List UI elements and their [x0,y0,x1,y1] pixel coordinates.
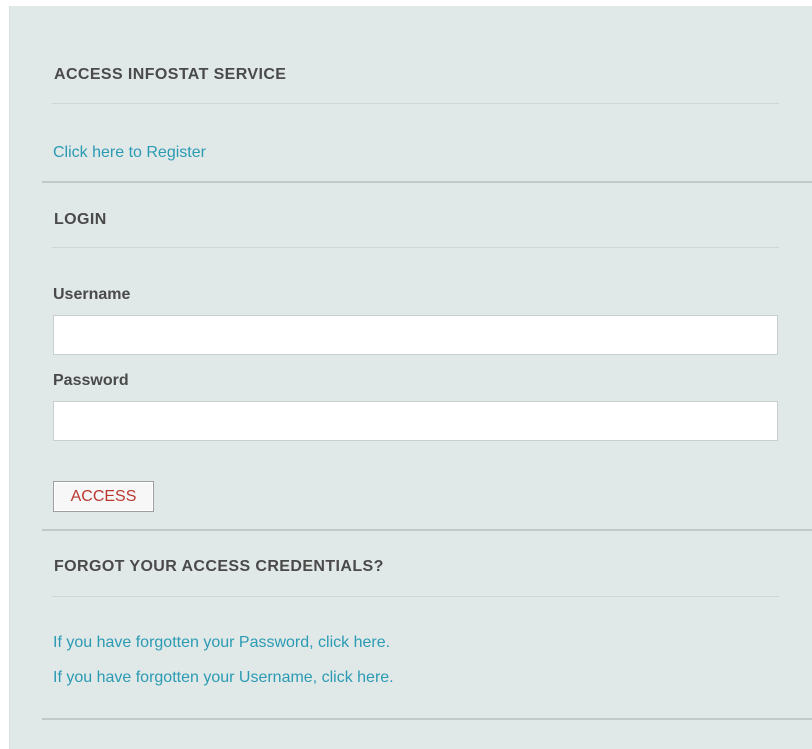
heading-divider [52,247,779,248]
forgot-password-link[interactable]: If you have forgotten your Password, cli… [53,634,390,652]
password-label: Password [53,372,129,389]
access-button[interactable]: ACCESS [53,481,154,512]
forgot-credentials-heading: FORGOT YOUR ACCESS CREDENTIALS? [54,558,384,575]
section-divider [42,529,812,531]
heading-divider [52,103,779,104]
section-divider [42,718,812,720]
username-input[interactable] [53,315,778,355]
section-divider [42,181,812,183]
heading-divider [52,596,779,597]
login-heading: LOGIN [54,211,107,228]
password-input[interactable] [53,401,778,441]
access-service-heading: ACCESS INFOSTAT SERVICE [54,66,287,83]
register-link[interactable]: Click here to Register [53,144,206,162]
username-label: Username [53,286,131,303]
forgot-username-link[interactable]: If you have forgotten your Username, cli… [53,669,394,687]
